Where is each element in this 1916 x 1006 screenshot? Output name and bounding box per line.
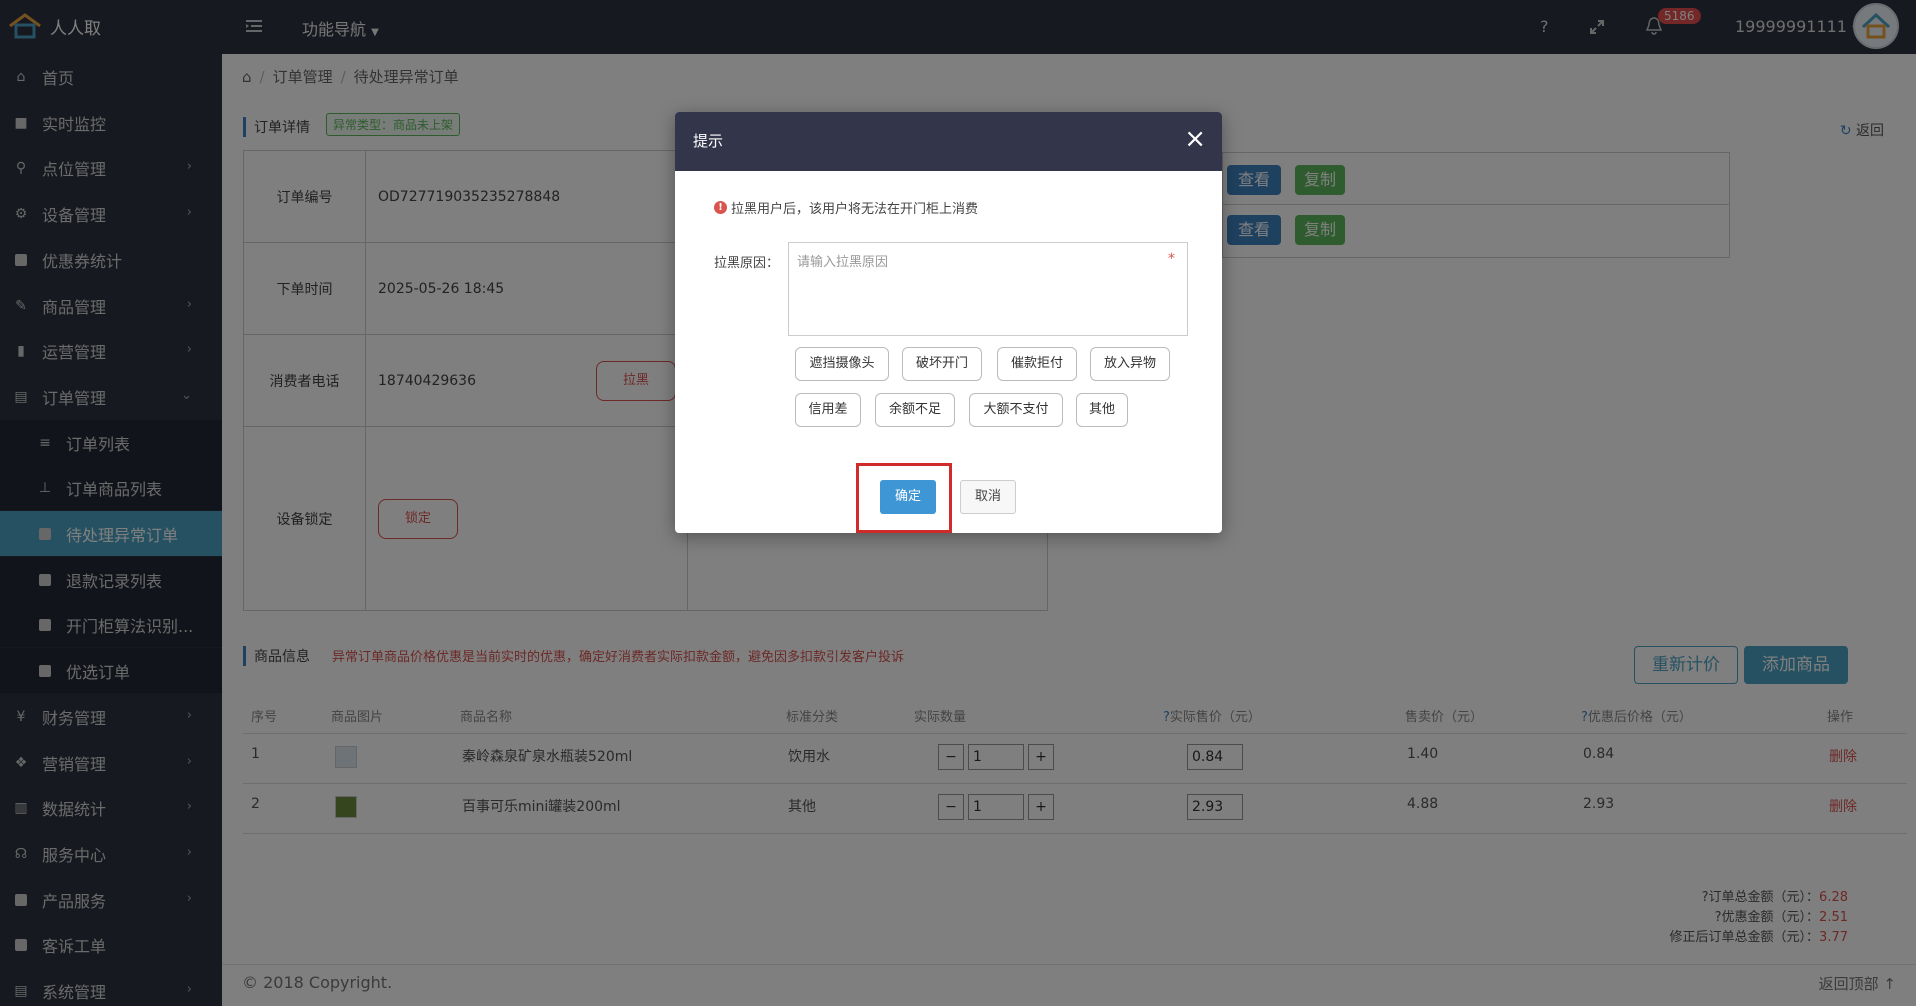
reason-chip[interactable]: 大额不支付 [969,393,1063,427]
cancel-button[interactable]: 取消 [960,480,1016,514]
blacklist-dialog: 提示 × ! 拉黑用户后，该用户将无法在开门柜上消费 拉黑原因： 请输入拉黑原因… [675,112,1222,533]
reason-chip[interactable]: 余额不足 [875,393,955,427]
confirm-button[interactable]: 确定 [880,480,936,514]
reason-chip[interactable]: 催款拒付 [997,347,1077,381]
alert-icon: ! [714,201,727,214]
reason-chip[interactable]: 其他 [1076,393,1128,427]
dialog-tip: ! 拉黑用户后，该用户将无法在开门柜上消费 [714,198,978,217]
tip-text: 拉黑用户后，该用户将无法在开门柜上消费 [731,202,979,217]
dialog-header: 提示 × [675,112,1222,171]
reason-chip[interactable]: 信用差 [795,393,861,427]
close-icon[interactable]: × [1184,126,1206,152]
required-mark: * [1168,251,1175,267]
reason-chip[interactable]: 遮挡摄像头 [795,347,889,381]
reason-chip[interactable]: 放入异物 [1090,347,1170,381]
reason-textarea[interactable]: 请输入拉黑原因 * [788,242,1188,336]
reason-placeholder: 请输入拉黑原因 [797,255,889,270]
reason-label: 拉黑原因： [714,256,780,271]
reason-chip[interactable]: 破坏开门 [902,347,982,381]
dialog-title: 提示 [693,132,724,150]
